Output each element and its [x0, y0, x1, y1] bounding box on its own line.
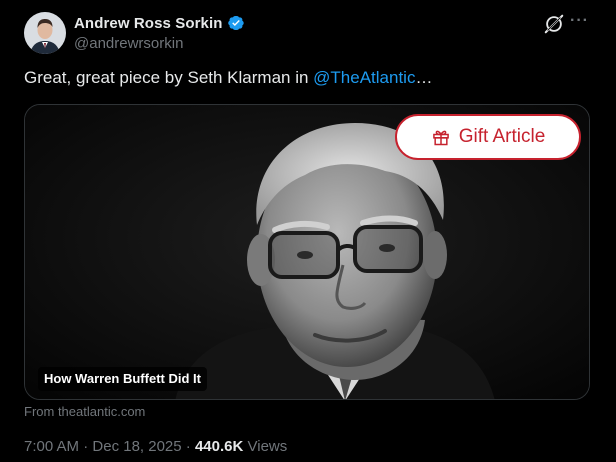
- gift-article-label: Gift Article: [458, 126, 546, 147]
- author-display-name[interactable]: Andrew Ross Sorkin: [74, 15, 223, 32]
- grok-icon[interactable]: [543, 13, 565, 35]
- gift-article-button[interactable]: Gift Article: [395, 114, 581, 160]
- meta-separator: ·: [79, 438, 93, 455]
- more-icon[interactable]: ···: [570, 10, 592, 32]
- tweet-text-suffix: …: [415, 68, 433, 87]
- meta-separator: ·: [181, 438, 195, 455]
- views-count: 440.6K: [194, 438, 244, 455]
- link-card[interactable]: Gift Article How Warren Buffett Did It: [24, 104, 590, 400]
- author-handle[interactable]: @andrewrsorkin: [74, 35, 183, 52]
- avatar[interactable]: [24, 12, 66, 54]
- mention-link[interactable]: @TheAtlantic: [313, 68, 415, 87]
- tweet-date[interactable]: Dec 18, 2025: [92, 438, 181, 455]
- tweet: Andrew Ross Sorkin @andrewrsorkin ··· Gr…: [0, 0, 616, 462]
- card-title: How Warren Buffett Did It: [38, 367, 207, 391]
- tweet-time[interactable]: 7:00 AM: [24, 438, 79, 455]
- profile-photo: [24, 12, 66, 54]
- tweet-text-prefix: Great, great piece by Seth Klarman in: [24, 68, 314, 87]
- gift-icon: [432, 130, 449, 146]
- card-source[interactable]: From theatlantic.com: [24, 404, 145, 419]
- author-name-row[interactable]: Andrew Ross Sorkin: [74, 14, 245, 32]
- tweet-meta: 7:00 AM · Dec 18, 2025 · 440.6K Views: [24, 438, 287, 455]
- card-source-link[interactable]: From theatlantic.com: [24, 404, 145, 419]
- verified-badge-icon[interactable]: [227, 14, 245, 32]
- tweet-text: Great, great piece by Seth Klarman in @T…: [24, 68, 432, 88]
- views-label: Views: [243, 438, 288, 455]
